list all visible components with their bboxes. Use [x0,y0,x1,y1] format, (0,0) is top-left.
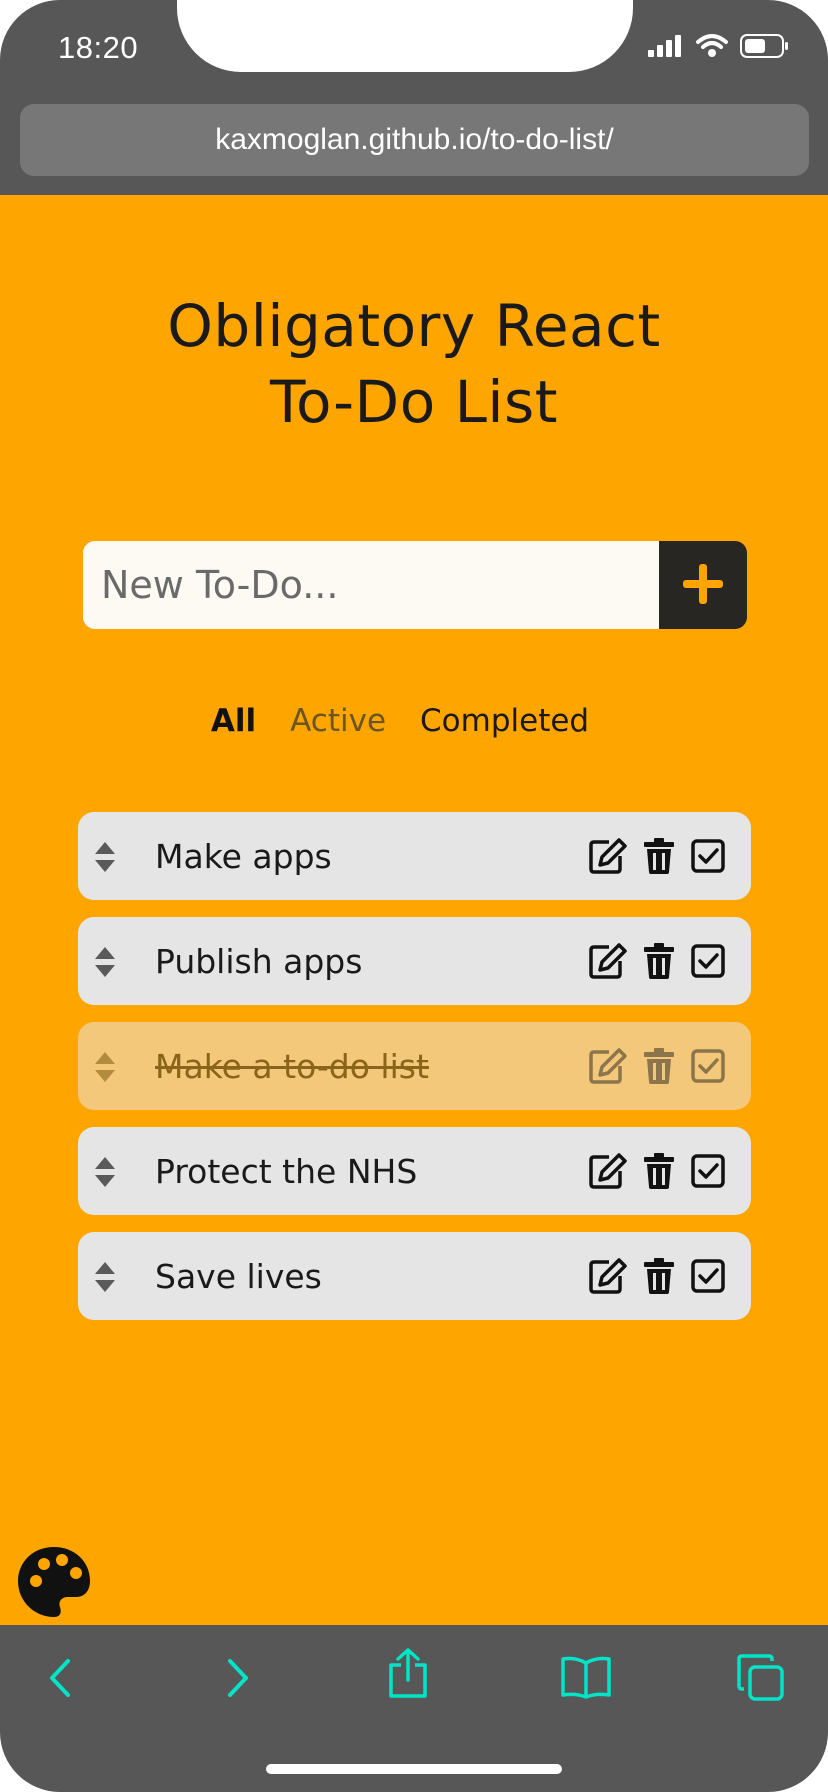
filter-completed[interactable]: Completed [420,703,589,739]
todo-text: Publish apps [155,941,363,981]
forward-icon[interactable] [220,1653,256,1707]
palette-icon[interactable] [16,1545,92,1623]
trash-icon[interactable] [643,838,675,874]
checkbox-icon[interactable] [691,944,725,978]
todo-actions [589,838,725,874]
notch [177,0,633,72]
signal-icon [648,35,684,61]
page-title: Obligatory React To-Do List [0,288,828,440]
todo-actions [589,943,725,979]
todo-item: Save lives [78,1232,751,1320]
todo-item: Publish apps [78,917,751,1005]
edit-icon[interactable] [589,1153,627,1189]
todo-item-completed: Make a to-do list [78,1022,751,1110]
back-icon[interactable] [42,1653,78,1707]
phone-frame: 18:20 kaxmoglan.github.io/to-do-list/ Ob… [0,0,828,1792]
todo-actions [589,1153,725,1189]
drag-handle-icon[interactable] [94,947,116,981]
tabs-icon[interactable] [736,1653,786,1705]
title-line-1: Obligatory React [167,292,661,360]
new-todo-form [83,541,747,629]
todo-text: Make apps [155,836,332,876]
plus-icon [681,562,725,609]
bookmarks-icon[interactable] [560,1655,612,1703]
drag-handle-icon[interactable] [94,1052,116,1086]
status-icons [648,34,790,62]
new-todo-input[interactable] [83,541,659,629]
home-indicator [266,1764,562,1774]
todo-text: Protect the NHS [155,1151,418,1191]
status-time: 18:20 [58,30,139,65]
drag-handle-icon[interactable] [94,1262,116,1296]
battery-icon [740,34,790,62]
app-content: Obligatory React To-Do List All Active C… [0,195,828,1625]
filter-active[interactable]: Active [290,703,386,739]
todo-item: Make apps [78,812,751,900]
edit-icon[interactable] [589,1258,627,1294]
trash-icon[interactable] [643,943,675,979]
url-bar[interactable]: kaxmoglan.github.io/to-do-list/ [20,104,809,176]
todo-text: Make a to-do list [155,1046,429,1086]
checkbox-icon[interactable] [691,1049,725,1083]
drag-handle-icon[interactable] [94,1157,116,1191]
checkbox-icon[interactable] [691,1259,725,1293]
trash-icon[interactable] [643,1048,675,1084]
todo-item: Protect the NHS [78,1127,751,1215]
wifi-icon [696,34,728,62]
todo-text: Save lives [155,1256,322,1296]
edit-icon[interactable] [589,1048,627,1084]
filter-all[interactable]: All [211,703,256,739]
todo-actions [589,1258,725,1294]
share-icon[interactable] [386,1647,430,1703]
todo-actions [589,1048,725,1084]
todo-list: Make apps Publish apps Make a to-do list… [78,812,751,1337]
filter-tabs: All Active Completed [0,703,828,739]
checkbox-icon[interactable] [691,839,725,873]
add-todo-button[interactable] [659,541,747,629]
checkbox-icon[interactable] [691,1154,725,1188]
edit-icon[interactable] [589,943,627,979]
title-line-2: To-Do List [269,368,559,436]
trash-icon[interactable] [643,1153,675,1189]
trash-icon[interactable] [643,1258,675,1294]
edit-icon[interactable] [589,838,627,874]
drag-handle-icon[interactable] [94,842,116,876]
